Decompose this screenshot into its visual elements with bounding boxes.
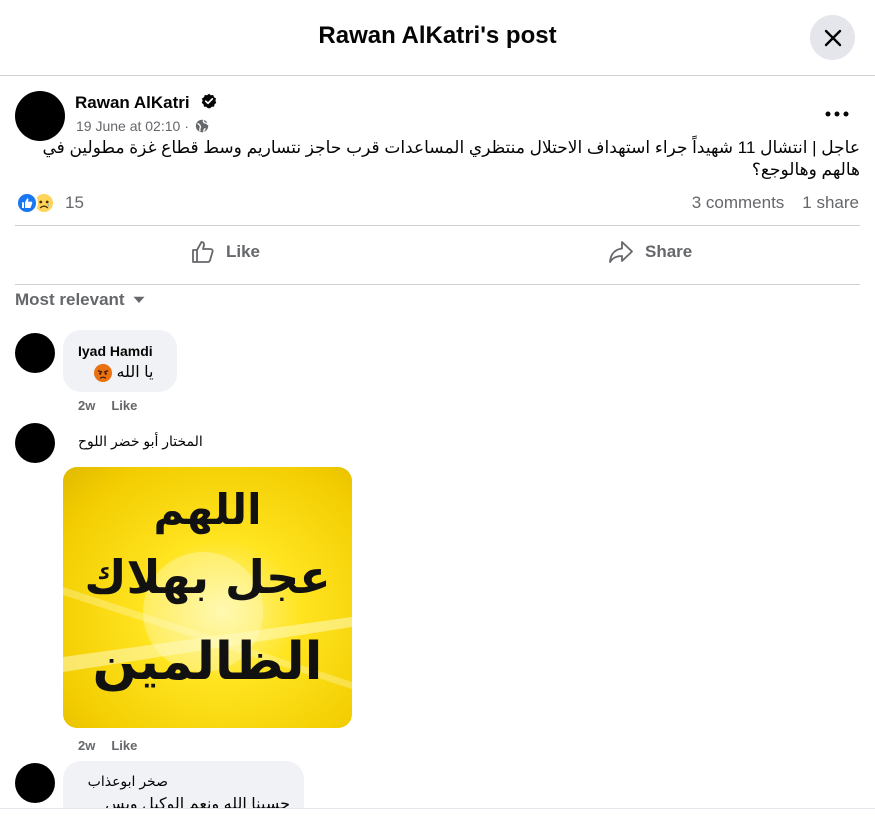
share-icon [609,241,633,263]
more-options-button[interactable] [822,102,852,126]
like-button[interactable]: Like [190,236,260,268]
post-stats: 3 comments 1 share [692,193,859,213]
comment-author[interactable]: المختار أبو خضر اللوح [78,433,203,450]
globe-icon [195,119,209,133]
meta-separator: · [184,118,189,134]
share-button-label: Share [645,242,693,261]
angry-emoji-icon [94,363,112,382]
comment-image[interactable]: اللهم عجل بهلاك الظالمين [63,467,352,728]
comment-actions: 2w Like [78,738,137,753]
sort-label: Most relevant [15,290,125,309]
comment-time[interactable]: 2w [78,738,95,753]
like-icon [192,241,214,263]
image-text-line: اللهم [153,485,262,534]
comment-text: يا الله [94,362,153,382]
comment-composer-edge [0,808,875,832]
comments-count[interactable]: 3 comments [692,193,785,213]
shares-count[interactable]: 1 share [802,193,859,213]
dialog-header: Rawan AlKatri's post [0,0,875,76]
image-text-line: الظالمين [92,632,323,692]
post-meta: 19 June at 02:10 · [76,118,209,134]
commenter-avatar[interactable] [15,423,55,463]
post-text: عاجل | انتشال 11 شهيداً جراء استهداف الا… [42,138,860,179]
post-timestamp[interactable]: 19 June at 02:10 [76,118,180,134]
verified-badge-icon [201,93,217,109]
commenter-avatar[interactable] [15,763,55,803]
comment-time[interactable]: 2w [78,398,95,413]
reaction-count: 15 [65,193,84,212]
reactions-summary[interactable]: 15 [16,192,84,214]
author-name[interactable]: Rawan AlKatri [75,93,190,113]
divider-bottom [15,284,860,285]
dialog-title: Rawan AlKatri's post [318,22,557,49]
comment-text-content: يا الله [116,364,154,381]
close-icon [824,29,841,46]
comment-like-button[interactable]: Like [111,398,137,413]
comment-bubble [63,330,177,392]
more-options-icon [825,111,849,117]
share-button[interactable]: Share [607,236,692,268]
like-reaction-icon [16,192,38,214]
comment-author[interactable]: Iyad Hamdi [78,343,153,359]
caret-down-icon [133,296,145,303]
author-avatar[interactable] [15,91,65,141]
image-text-line: عجل بهلاك [84,550,331,604]
close-button[interactable] [810,15,855,60]
comment-sort-dropdown[interactable]: Most relevant [15,290,145,310]
comment-like-button[interactable]: Like [111,738,137,753]
comment-author[interactable]: صخر ابوعذاب [78,773,168,790]
commenter-avatar[interactable] [15,333,55,373]
divider-top [15,225,860,226]
like-button-label: Like [226,242,261,261]
comment-actions: 2w Like [78,398,137,413]
